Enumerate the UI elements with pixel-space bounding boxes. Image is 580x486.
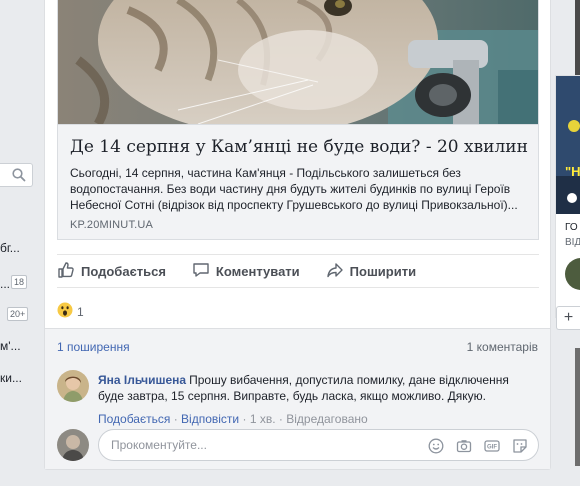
sponsored-image[interactable]: "Н	[556, 76, 580, 214]
count-badge: 18	[11, 275, 28, 289]
sponsored-image-text: "Н	[565, 164, 580, 179]
share-label: Поширити	[349, 263, 417, 279]
separator: ·	[173, 412, 178, 426]
like-label: Подобається	[81, 263, 166, 279]
sponsored-subtitle: ВІД	[565, 237, 580, 248]
share-icon	[326, 261, 350, 282]
comment-input-placeholder: Прокоментуйте...	[111, 438, 207, 452]
separator: ·	[242, 412, 247, 426]
shares-count[interactable]: 1 поширення	[57, 340, 130, 354]
wow-reaction-icon	[57, 302, 73, 321]
share-button[interactable]: Поширити	[326, 261, 416, 282]
comments-count[interactable]: 1 коментарів	[467, 340, 538, 354]
reply-row: Прокоментуйте... GIF	[57, 428, 539, 462]
sidebar-item[interactable]: ...	[0, 277, 10, 291]
count-badge: 20+	[7, 307, 29, 321]
thumbs-up-icon	[57, 261, 81, 282]
reaction-count: 1	[77, 304, 84, 319]
separator: ·	[278, 412, 283, 426]
link-domain: KP.20MINUT.UA	[70, 219, 154, 231]
link-preview-text[interactable]: Де 14 серпня у Кам’янці не буде води? - …	[58, 124, 538, 239]
reactions-summary[interactable]: 1	[57, 302, 84, 321]
comment-time[interactable]: 1 хв.	[250, 412, 276, 426]
comments-section: Яна Ільчишена Прошу вибачення, допустила …	[45, 362, 550, 469]
sidebar-item[interactable]: бг...	[0, 241, 20, 255]
post-actions: Подобається Коментувати Поширити	[57, 254, 539, 288]
avatar[interactable]	[57, 429, 89, 461]
comment-body: Яна Ільчишена Прошу вибачення, допустила …	[98, 372, 538, 404]
right-rail-edge	[575, 0, 580, 75]
link-description: Сьогодні, 14 серпня, частина Кам'янця - …	[70, 166, 518, 212]
avatar[interactable]	[57, 370, 89, 402]
sidebar-item[interactable]: ки...	[0, 371, 22, 385]
search-icon	[12, 168, 26, 187]
post-stats: 1 поширення 1 коментарів	[45, 328, 550, 362]
gif-icon[interactable]: GIF	[482, 436, 502, 456]
comment-edited[interactable]: Відредаговано	[286, 412, 367, 426]
comment-reply-link[interactable]: Відповісти	[181, 412, 239, 426]
comment-icon	[192, 261, 216, 282]
sticker-icon[interactable]	[510, 436, 530, 456]
comment-meta: Подобається · Відповісти · 1 хв. · Відре…	[98, 412, 368, 426]
link-title[interactable]: Де 14 серпня у Кам’янці не буде води? - …	[70, 136, 528, 158]
sponsored-card[interactable]: "Н ГО ВІД	[555, 75, 580, 318]
comment-like-link[interactable]: Подобається	[98, 412, 170, 426]
comment-label: Коментувати	[215, 263, 300, 279]
sponsored-title[interactable]: ГО	[565, 222, 578, 233]
search-button[interactable]	[0, 163, 33, 187]
link-preview-image[interactable]	[58, 0, 538, 124]
comment-input[interactable]: Прокоментуйте... GIF	[98, 429, 539, 461]
right-rail-image	[575, 348, 580, 466]
comment-author[interactable]: Яна Ільчишена	[98, 373, 186, 387]
emoji-icon[interactable]	[426, 436, 446, 456]
link-preview[interactable]: Де 14 серпня у Кам’янці не буде води? - …	[57, 0, 539, 240]
add-button[interactable]: +	[556, 306, 580, 330]
comment-button[interactable]: Коментувати	[192, 261, 300, 282]
svg-text:GIF: GIF	[487, 445, 497, 451]
sponsored-thumbnail[interactable]	[565, 258, 580, 290]
sidebar-item[interactable]: м'...	[0, 339, 21, 353]
post-card: Де 14 серпня у Кам’янці не буде води? - …	[44, 0, 551, 470]
like-button[interactable]: Подобається	[57, 261, 166, 282]
camera-icon[interactable]	[454, 436, 474, 456]
